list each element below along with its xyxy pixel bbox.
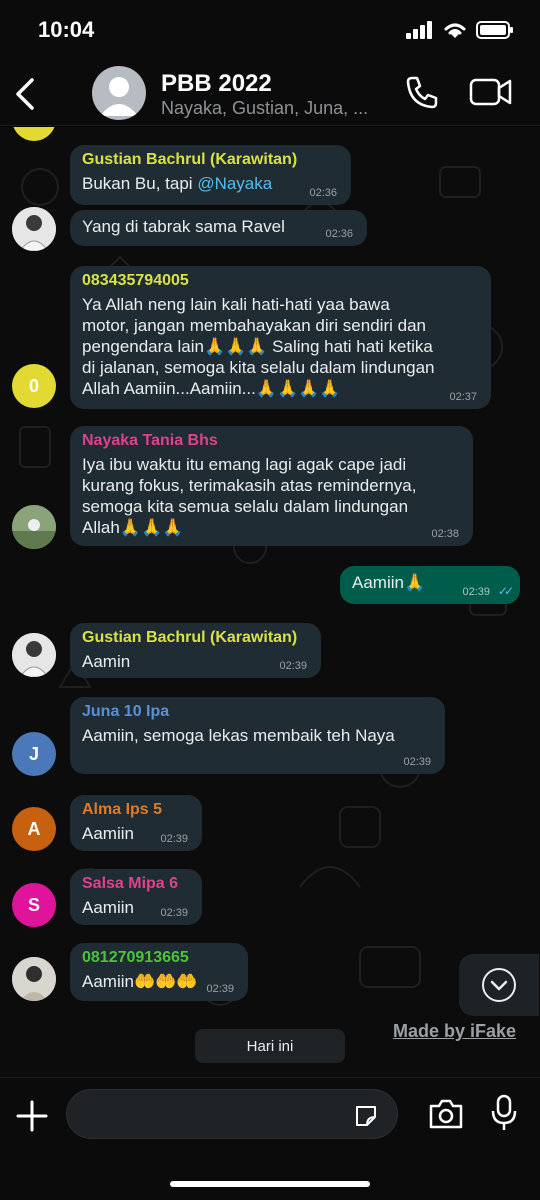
read-receipt-icon: ✓✓ [497,584,514,598]
message-bubble[interactable]: Gustian Bachrul (Karawitan) Bukan Bu, ta… [70,145,351,205]
message-text-part: Bukan Bu, tapi [82,174,198,193]
avatar-letter: J [28,743,39,764]
date-separator: Hari ini [195,1029,345,1063]
battery-icon [476,21,513,39]
sender-avatar[interactable]: 0 [12,364,56,408]
status-time: 10:04 [38,17,95,42]
message-text: Aamin [82,652,131,671]
message-bubble[interactable]: Juna 10 Ipa Aamiin, semoga lekas membaik… [70,697,445,774]
message-time: 02:39 [206,983,234,995]
message-text: Bukan Bu, tapi @Nayaka [82,174,272,193]
group-avatar[interactable] [92,66,146,120]
message-time: 02:39 [403,756,431,768]
camera-icon [429,1099,463,1129]
message-text: Ya Allah neng lain kali hati-hati yaa ba… [82,295,435,398]
message-composer [0,1077,540,1200]
sticker-button[interactable] [353,1103,379,1129]
sender-name[interactable]: 083435794005 [82,272,479,290]
message-time: 02:39 [160,833,188,845]
message-text: Aamiin🤲🤲🤲 [82,972,198,991]
chat-area[interactable]: Gustian Bachrul (Karawitan) Bukan Bu, ta… [0,127,540,1077]
sender-name[interactable]: 081270913665 [82,949,236,967]
sender-name[interactable]: Gustian Bachrul (Karawitan) [82,629,309,647]
message-time: 02:36 [325,228,353,240]
status-icons [406,20,514,40]
video-camera-icon [469,78,512,106]
back-button[interactable] [10,74,40,114]
message-text: Aamiin🙏 [352,573,426,592]
plus-icon [16,1100,48,1132]
phone-icon [406,76,438,109]
message-time: 02:39 [462,586,490,598]
sender-name[interactable]: Alma Ips 5 [82,801,190,819]
message-bubble[interactable]: 081270913665 Aamiin🤲🤲🤲 02:39 [70,943,248,1001]
message-time: 02:37 [449,391,477,403]
message-text: Aamiin [82,824,134,843]
message-bubble[interactable]: Yang di tabrak sama Ravel 02:36 [70,210,367,246]
message-time: 02:39 [279,660,307,672]
user-photo-icon [12,957,56,1001]
status-bar: 10:04 [0,0,540,60]
chat-participants[interactable]: Nayaka, Gustian, Juna, ... [161,98,391,119]
message-text: Aamiin [82,898,134,917]
sender-avatar[interactable]: S [12,883,56,927]
attach-button[interactable] [14,1098,50,1134]
cellular-signal-icon [406,21,432,39]
user-photo-icon [12,207,56,251]
scroll-to-bottom-button[interactable] [459,954,539,1016]
user-photo-icon [12,505,56,549]
message-bubble[interactable]: Nayaka Tania Bhs Iya ibu waktu itu emang… [70,426,473,546]
user-photo-icon [12,633,56,677]
avatar-letter: 0 [28,375,39,396]
message-input[interactable] [85,1102,345,1128]
sender-name[interactable]: Nayaka Tania Bhs [82,432,461,450]
message-bubble[interactable]: Salsa Mipa 6 Aamiin 02:39 [70,869,202,925]
message-bubble[interactable]: Gustian Bachrul (Karawitan) Aamin 02:39 [70,623,321,678]
wifi-icon [444,23,466,38]
message-bubble[interactable]: 083435794005 Ya Allah neng lain kali hat… [70,266,491,409]
sender-avatar[interactable] [12,207,56,251]
sender-name[interactable]: Salsa Mipa 6 [82,875,190,893]
chevron-down-circle-icon [482,968,516,1002]
date-label: Hari ini [246,1037,294,1055]
mention-link[interactable]: @Nayaka [197,174,272,193]
sender-avatar[interactable] [12,505,56,549]
sender-avatar[interactable]: A [12,807,56,851]
message-text: Aamiin, semoga lekas membaik teh Naya [82,726,395,745]
default-avatar-icon [100,77,138,116]
message-input-box[interactable] [66,1089,398,1139]
message-time: 02:39 [160,907,188,919]
camera-button[interactable] [428,1098,464,1130]
message-time: 02:36 [309,187,337,199]
avatar-letter: S [27,894,40,915]
chat-header: PBB 2022 Nayaka, Gustian, Juna, ... [0,60,540,126]
microphone-button[interactable] [490,1094,518,1132]
avatar-letter: A [27,818,41,839]
sender-avatar[interactable] [12,633,56,677]
sticker-icon [356,1106,376,1126]
home-indicator[interactable] [170,1181,370,1187]
chat-title[interactable]: PBB 2022 [161,70,272,98]
message-text: Iya ibu waktu itu emang lagi agak cape j… [82,455,417,537]
sender-name[interactable]: Gustian Bachrul (Karawitan) [82,151,339,169]
message-time: 02:38 [431,528,459,540]
video-call-button[interactable] [469,76,513,108]
outgoing-message-bubble[interactable]: Aamiin🙏 02:39 ✓✓ [340,566,520,604]
message-text: Yang di tabrak sama Ravel [82,217,285,236]
sender-name[interactable]: Juna 10 Ipa [82,703,433,721]
message-bubble[interactable]: Alma Ips 5 Aamiin 02:39 [70,795,202,851]
microphone-icon [491,1094,517,1130]
sender-avatar[interactable] [12,957,56,1001]
chevron-left-icon [16,78,34,110]
voice-call-button[interactable] [404,74,440,110]
sender-avatar[interactable]: J [12,732,56,776]
watermark: Made by iFake [392,1021,516,1041]
